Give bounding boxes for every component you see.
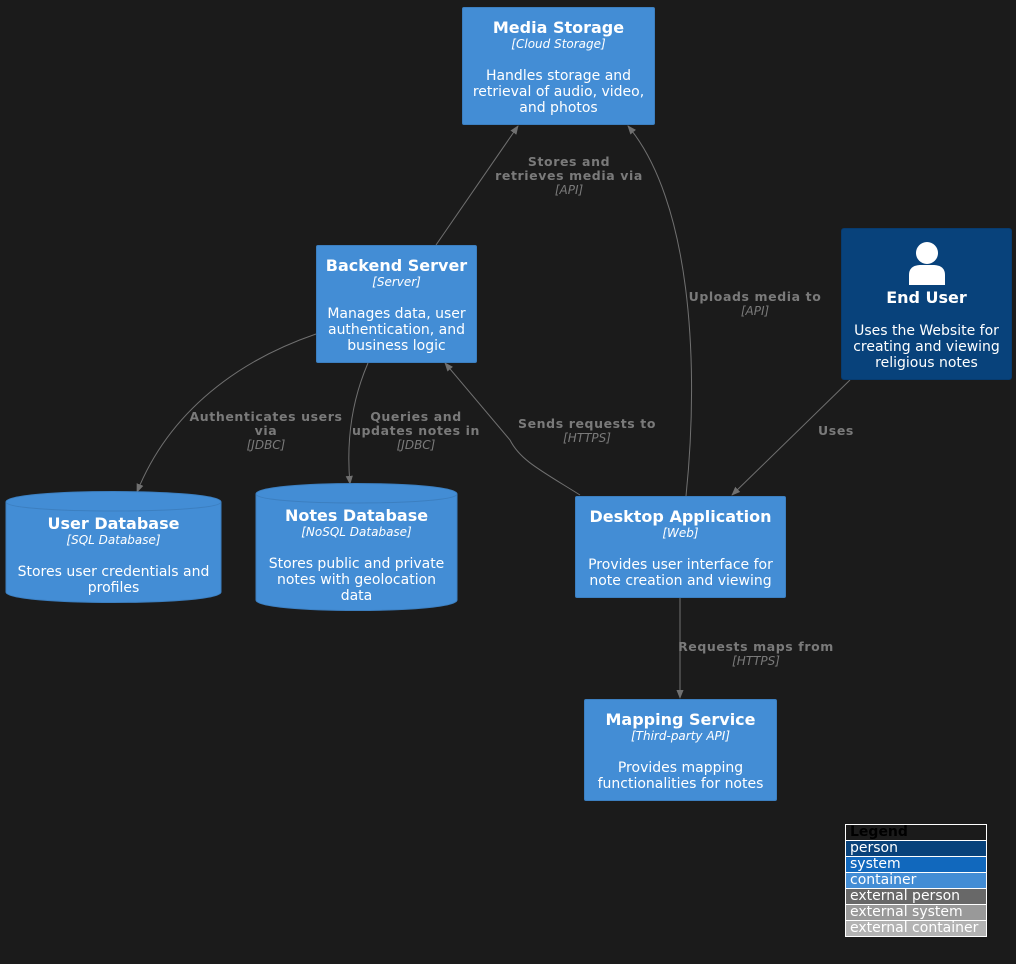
edge-label-app-to-mapping: Requests maps from [HTTPS] — [676, 639, 836, 669]
edge-label-text: Uploads media to — [688, 289, 822, 304]
edge-label-app-to-media: Uploads media to [API] — [684, 289, 826, 319]
edge-label-tech: [API] — [740, 304, 770, 318]
edge-label-backend-to-media: Stores and retrieves media via [API] — [494, 154, 644, 198]
edge-label-backend-to-notesdb: Queries and updates notes in [JDBC] — [350, 409, 482, 453]
legend-item-container: container — [846, 872, 986, 888]
edge-label-tech: [JDBC] — [396, 438, 436, 452]
mapping-service-node[interactable]: Mapping Service [Third-party API] Provid… — [584, 699, 777, 801]
node-tech: [Cloud Storage] — [511, 37, 606, 51]
edge-label-tech: [HTTPS] — [732, 654, 780, 668]
edge-label-text: Uses — [818, 423, 854, 438]
node-tech: [Server] — [372, 275, 421, 289]
legend-item-person: person — [846, 840, 986, 856]
node-tech: [Third-party API] — [630, 729, 731, 743]
node-desc: Uses the Website for creating and viewin… — [853, 323, 1000, 371]
node-tech: [NoSQL Database] — [301, 525, 412, 539]
legend-item-external-person: external person — [846, 888, 986, 904]
media-storage-node[interactable]: Media Storage [Cloud Storage] Handles st… — [462, 7, 655, 125]
edge-label-text: Queries and updates notes in — [352, 409, 480, 438]
node-title: Desktop Application — [589, 507, 772, 526]
edge-label-text: Stores and retrieves media via — [495, 154, 643, 183]
edge-label-tech: [API] — [554, 183, 584, 197]
legend: Legend person system container external … — [845, 824, 987, 937]
desktop-application-node[interactable]: Desktop Application [Web] Provides user … — [575, 496, 786, 598]
legend-item-external-system: external system — [846, 904, 986, 920]
edge-label-text: Authenticates users via — [189, 409, 343, 438]
legend-item-external-container: external container — [846, 920, 986, 936]
node-desc: Handles storage and retrieval of audio, … — [472, 68, 645, 116]
node-title: Notes Database — [284, 506, 429, 525]
node-desc: Manages data, user authentication, and b… — [327, 306, 466, 354]
edge-label-text: Requests maps from — [678, 639, 834, 654]
user-database-node[interactable]: User Database [SQL Database] Stores user… — [6, 514, 221, 604]
person-icon — [908, 242, 945, 285]
end-user-node[interactable]: End User Uses the Website for creating a… — [841, 228, 1012, 380]
edge-label-backend-to-userdb: Authenticates users via [JDBC] — [186, 409, 346, 453]
node-desc: Provides mapping functionalities for not… — [597, 760, 764, 792]
edge-label-tech: [JDBC] — [246, 438, 286, 452]
node-title: End User — [886, 288, 967, 307]
node-title: Mapping Service — [605, 710, 756, 729]
node-title: User Database — [47, 514, 180, 533]
notes-database-node[interactable]: Notes Database [NoSQL Database] Stores p… — [256, 506, 457, 610]
node-desc: Provides user interface for note creatio… — [588, 557, 773, 589]
node-title: Media Storage — [492, 18, 625, 37]
node-desc: Stores user credentials and profiles — [17, 564, 210, 596]
node-tech: [Web] — [662, 526, 699, 540]
node-tech: [SQL Database] — [66, 533, 161, 547]
legend-title: Legend — [846, 825, 986, 840]
edge-label-user-to-app: Uses — [806, 424, 866, 438]
backend-server-node[interactable]: Backend Server [Server] Manages data, us… — [316, 245, 477, 363]
node-title: Backend Server — [325, 256, 468, 275]
edges-layer — [5, 125, 851, 699]
edge-label-text: Sends requests to — [517, 416, 657, 431]
edge-label-tech: [HTTPS] — [563, 431, 611, 445]
edge-label-app-to-backend: Sends requests to [HTTPS] — [512, 416, 662, 446]
legend-item-system: system — [846, 856, 986, 872]
node-desc: Stores public and private notes with geo… — [268, 556, 445, 604]
